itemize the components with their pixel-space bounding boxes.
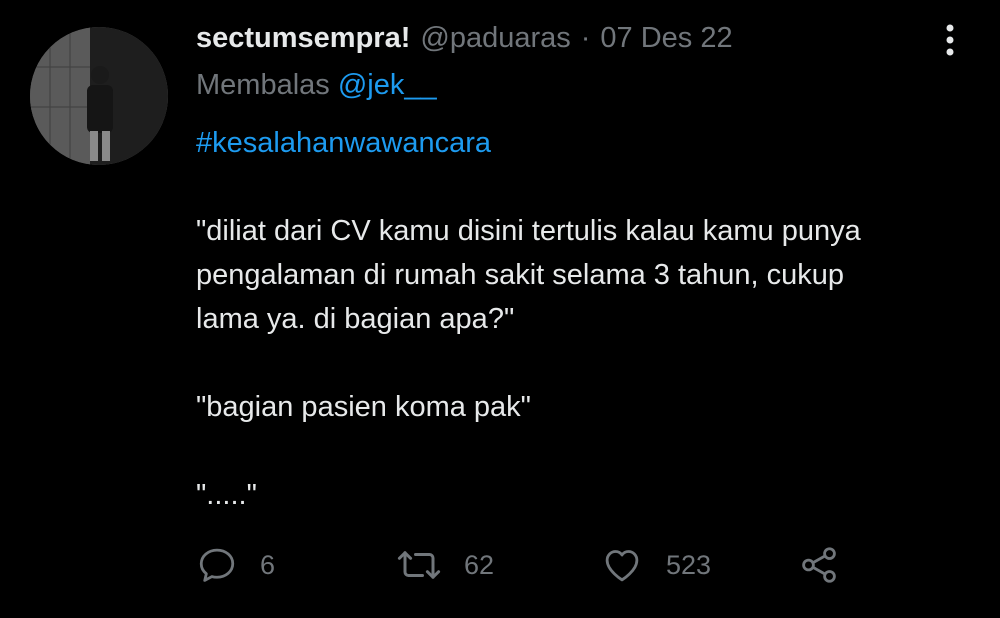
reply-bubble-icon — [199, 548, 235, 582]
separator-dot: · — [580, 22, 591, 54]
hashtag-link[interactable]: #kesalahanwawancara — [196, 121, 966, 165]
retweet-icon — [397, 551, 441, 579]
like-count: 523 — [666, 549, 712, 580]
like-button[interactable]: 523 — [600, 540, 711, 590]
reply-button[interactable]: 6 — [196, 540, 275, 590]
share-button[interactable] — [798, 540, 840, 590]
replying-to: Membalas @jek__ — [196, 69, 437, 102]
replying-to-label: Membalas — [196, 69, 330, 101]
display-name[interactable]: sectumsempra! — [196, 22, 410, 55]
heart-icon — [605, 550, 639, 582]
retweet-count: 62 — [464, 549, 495, 580]
more-options-button[interactable] — [930, 20, 970, 60]
tweet-text-line: pengalaman di rumah sakit selama 3 tahun… — [196, 259, 845, 291]
tweet-actions: 6 62 523 — [196, 540, 856, 590]
tweet-text-quote: "bagian pasien koma pak" — [196, 391, 531, 423]
user-handle[interactable]: @paduaras — [420, 22, 570, 55]
reply-mention-link[interactable]: @jek__ — [338, 69, 437, 101]
tweet-text-line: "diliat dari CV kamu disini tertulis kal… — [196, 215, 861, 247]
avatar-photo — [30, 27, 168, 165]
avatar[interactable] — [30, 27, 168, 165]
tweet-date[interactable]: 07 Des 22 — [600, 22, 732, 55]
tweet-text: #kesalahanwawancara "diliat dari CV kamu… — [196, 121, 966, 517]
tweet-text-line: lama ya. di bagian apa?" — [196, 303, 515, 335]
tweet: sectumsempra! @paduaras · 07 Des 22 Memb… — [0, 0, 1000, 618]
more-vertical-icon — [946, 24, 954, 56]
tweet-header: sectumsempra! @paduaras · 07 Des 22 — [196, 22, 733, 62]
reply-count: 6 — [260, 549, 276, 580]
share-icon — [802, 547, 836, 583]
retweet-button[interactable]: 62 — [396, 540, 494, 590]
tweet-text-ending: "....." — [196, 479, 257, 511]
